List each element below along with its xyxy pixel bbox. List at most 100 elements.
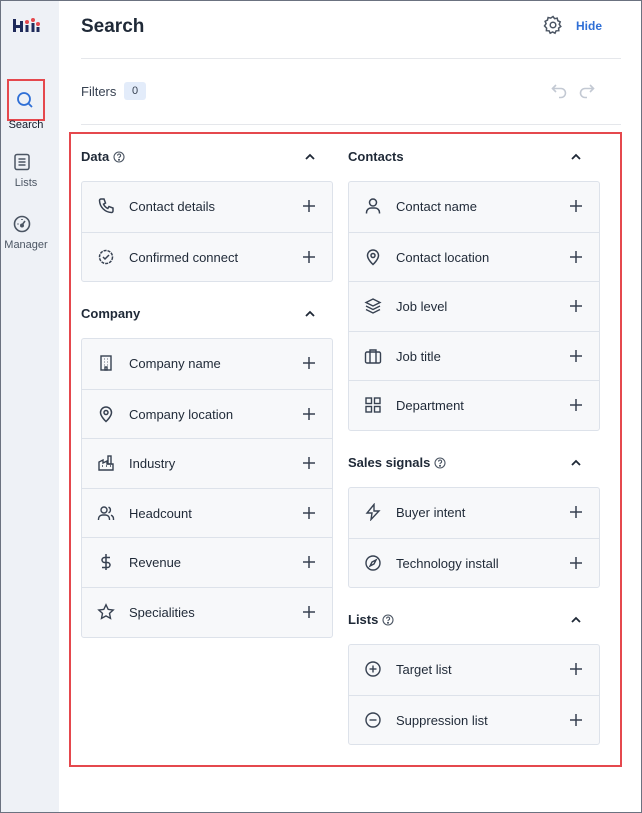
phone-icon bbox=[97, 197, 115, 215]
filter-row-suppression-list[interactable]: Suppression list bbox=[349, 694, 599, 745]
users-icon bbox=[97, 504, 115, 522]
filters-label: Filters bbox=[81, 84, 117, 99]
plus-icon[interactable] bbox=[302, 199, 316, 213]
filter-label: Company name bbox=[129, 356, 221, 371]
gauge-icon bbox=[13, 215, 31, 233]
gear-icon[interactable] bbox=[543, 15, 563, 35]
nav-label-lists: Lists bbox=[14, 177, 38, 189]
plus-icon[interactable] bbox=[302, 356, 316, 370]
filter-row-target-list[interactable]: Target list bbox=[349, 645, 599, 695]
section-header-company[interactable]: Company bbox=[81, 306, 140, 321]
filter-label: Target list bbox=[396, 662, 452, 677]
sidebar: Search Lists Manager bbox=[1, 1, 59, 812]
plus-icon[interactable] bbox=[302, 506, 316, 520]
filter-row-contact-name[interactable]: Contact name bbox=[349, 182, 599, 232]
filter-row-specialities[interactable]: Specialities bbox=[82, 586, 332, 637]
plus-icon[interactable] bbox=[569, 299, 583, 313]
plus-icon[interactable] bbox=[302, 555, 316, 569]
filter-row-contact-location[interactable]: Contact location bbox=[349, 231, 599, 282]
nav-label-manager: Manager bbox=[4, 239, 48, 251]
chevron-up-icon[interactable] bbox=[303, 307, 317, 321]
filter-label: Job title bbox=[396, 348, 441, 364]
filter-row-industry[interactable]: Industry bbox=[82, 438, 332, 488]
divider bbox=[81, 124, 621, 125]
filter-label: Buyer intent bbox=[396, 505, 466, 520]
map-pin-icon bbox=[364, 248, 382, 266]
filter-card-contacts: Contact name Contact location Job level … bbox=[348, 181, 600, 431]
filter-label: Suppression list bbox=[396, 712, 488, 728]
badge-check-icon bbox=[97, 248, 115, 266]
filter-card-lists: Target list Suppression list bbox=[348, 644, 600, 746]
plus-icon[interactable] bbox=[569, 250, 583, 264]
filter-label: Industry bbox=[129, 456, 176, 472]
filter-card-sales-signals: Buyer intent Technology install bbox=[348, 487, 600, 589]
section-title: Sales signals bbox=[348, 455, 431, 470]
map-pin-icon bbox=[97, 405, 115, 423]
plus-icon[interactable] bbox=[569, 713, 583, 727]
plus-icon[interactable] bbox=[569, 662, 583, 676]
filter-label: Revenue bbox=[129, 555, 182, 571]
help-icon[interactable] bbox=[113, 150, 125, 163]
section-header-sales-signals[interactable]: Sales signals bbox=[348, 455, 446, 470]
plus-icon[interactable] bbox=[569, 349, 583, 363]
plus-icon[interactable] bbox=[302, 407, 316, 421]
list-icon bbox=[13, 153, 31, 171]
filter-row-job-level[interactable]: Job level bbox=[349, 281, 599, 331]
filter-label: Company location bbox=[129, 406, 234, 422]
filter-label: Confirmed connect bbox=[129, 249, 239, 265]
dollar-icon bbox=[97, 553, 115, 571]
divider bbox=[81, 58, 621, 59]
filter-row-revenue[interactable]: Revenue bbox=[82, 537, 332, 587]
undo-icon[interactable] bbox=[550, 82, 568, 100]
filter-label: Department bbox=[396, 398, 464, 414]
help-icon[interactable] bbox=[434, 456, 446, 469]
redo-icon[interactable] bbox=[578, 82, 596, 100]
plus-icon[interactable] bbox=[569, 398, 583, 412]
chevron-up-icon[interactable] bbox=[303, 150, 317, 164]
plus-icon[interactable] bbox=[302, 605, 316, 619]
section-title: Contacts bbox=[348, 149, 404, 164]
filter-label: Contact name bbox=[396, 199, 477, 214]
filter-row-company-name[interactable]: Company name bbox=[82, 339, 332, 389]
plus-icon[interactable] bbox=[569, 505, 583, 519]
hide-button[interactable]: Hide bbox=[576, 19, 602, 33]
section-header-data[interactable]: Data bbox=[81, 149, 125, 164]
filter-label: Contact details bbox=[129, 199, 215, 214]
filter-row-headcount[interactable]: Headcount bbox=[82, 487, 332, 538]
filter-row-department[interactable]: Department bbox=[349, 380, 599, 430]
minus-circle-icon bbox=[364, 711, 382, 729]
briefcase-icon bbox=[364, 347, 382, 365]
chevron-up-icon[interactable] bbox=[569, 150, 583, 164]
plus-icon[interactable] bbox=[302, 456, 316, 470]
plus-circle-icon bbox=[364, 660, 382, 678]
help-icon[interactable] bbox=[382, 613, 394, 626]
filter-row-technology-install[interactable]: Technology install bbox=[349, 537, 599, 588]
grid-icon bbox=[364, 396, 382, 414]
filter-label: Contact location bbox=[396, 249, 490, 265]
nav-item-lists[interactable]: Lists bbox=[1, 153, 59, 189]
chevron-up-icon[interactable] bbox=[569, 613, 583, 627]
filter-row-job-title[interactable]: Job title bbox=[349, 330, 599, 381]
plus-icon[interactable] bbox=[569, 199, 583, 213]
bolt-icon bbox=[364, 503, 382, 521]
factory-icon bbox=[97, 454, 115, 472]
section-title: Lists bbox=[348, 612, 379, 627]
filter-label: Headcount bbox=[129, 505, 192, 521]
plus-icon[interactable] bbox=[302, 250, 316, 264]
user-icon bbox=[364, 197, 382, 215]
layers-icon bbox=[364, 297, 382, 315]
chevron-up-icon[interactable] bbox=[569, 456, 583, 470]
plus-icon[interactable] bbox=[569, 556, 583, 570]
search-icon bbox=[16, 91, 34, 109]
app-logo bbox=[12, 15, 42, 37]
filter-row-contact-details[interactable]: Contact details bbox=[82, 182, 332, 232]
filter-row-confirmed-connect[interactable]: Confirmed connect bbox=[82, 231, 332, 282]
section-header-lists[interactable]: Lists bbox=[348, 612, 394, 627]
star-icon bbox=[97, 603, 115, 621]
filter-row-company-location[interactable]: Company location bbox=[82, 388, 332, 439]
filter-row-buyer-intent[interactable]: Buyer intent bbox=[349, 488, 599, 538]
section-title: Company bbox=[81, 306, 141, 321]
section-header-contacts[interactable]: Contacts bbox=[348, 149, 404, 164]
filter-label: Technology install bbox=[396, 555, 499, 571]
nav-item-manager[interactable]: Manager bbox=[1, 215, 59, 251]
